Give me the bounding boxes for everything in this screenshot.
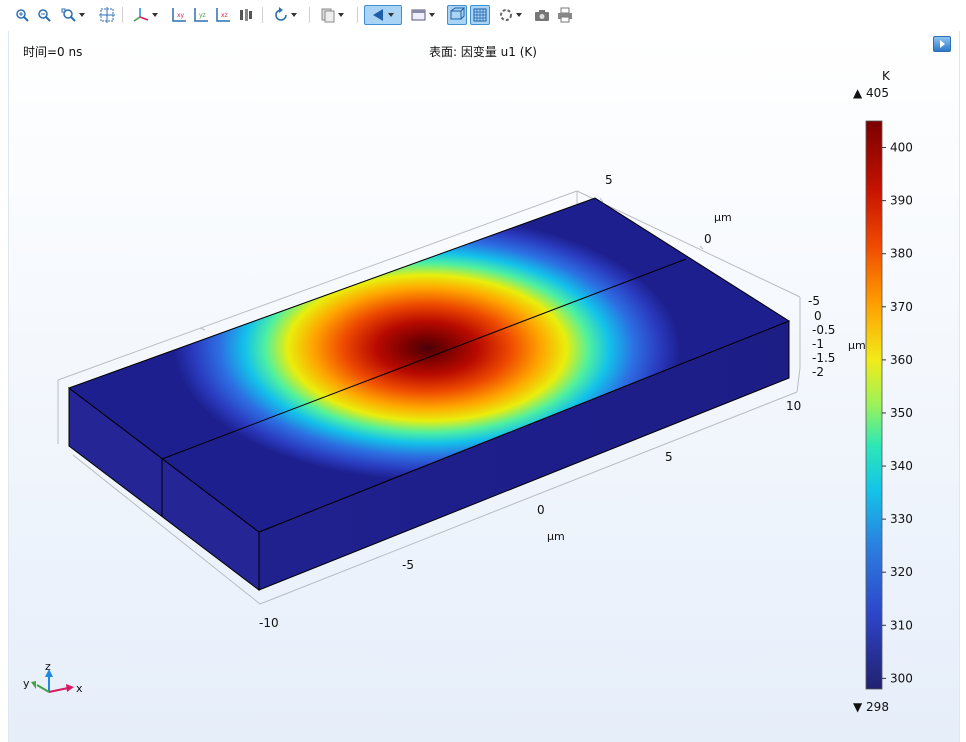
screenshot-button[interactable] xyxy=(533,5,551,25)
play-icon xyxy=(373,9,383,21)
refresh-icon xyxy=(500,9,512,21)
wireframe-icon xyxy=(450,7,465,20)
window-icon xyxy=(411,9,426,21)
rotate-icon xyxy=(275,7,287,21)
chevron-down-icon xyxy=(338,13,344,17)
graphics-toolbar: xy yz xz xyxy=(0,0,966,31)
printer-icon xyxy=(558,7,572,23)
zoom-in-icon xyxy=(16,9,29,22)
zoom-in-button[interactable] xyxy=(13,5,31,25)
plot-title: 表面: 因变量 u1 (K) xyxy=(429,45,537,59)
view-yz-icon: yz xyxy=(194,8,208,22)
time-label: 时间=0 ns xyxy=(23,45,83,59)
svg-text:yz: yz xyxy=(199,12,206,19)
zoom-out-button[interactable] xyxy=(35,5,53,25)
camera-icon xyxy=(535,10,549,21)
zoom-out-icon xyxy=(38,9,51,22)
toolbar-separator xyxy=(309,7,310,23)
camera-reset-icon xyxy=(240,9,252,21)
view-xy-icon: xy xyxy=(172,8,186,22)
view-xy-button[interactable]: xy xyxy=(170,5,188,25)
toolbar-separator xyxy=(262,7,263,23)
print-button[interactable] xyxy=(556,5,574,25)
view-xz-button[interactable]: xz xyxy=(214,5,232,25)
grid-button[interactable] xyxy=(470,5,490,25)
scene-light-button[interactable] xyxy=(315,5,351,25)
wireframe-button[interactable] xyxy=(447,5,467,25)
view-yz-button[interactable]: yz xyxy=(192,5,210,25)
zoom-extents-icon xyxy=(99,7,115,23)
svg-text:xy: xy xyxy=(177,12,185,19)
zoom-box-icon xyxy=(61,8,76,22)
view-axes-icon xyxy=(133,8,149,22)
plot-settings-button[interactable] xyxy=(407,5,441,25)
chevron-down-icon xyxy=(152,13,158,17)
graphics-viewport[interactable]: 时间=0 ns 表面: 因变量 u1 (K) xyxy=(8,31,960,742)
play-icon xyxy=(940,40,945,48)
chevron-down-icon xyxy=(291,13,297,17)
rotate-button[interactable] xyxy=(268,5,304,25)
svg-text:xz: xz xyxy=(221,12,228,19)
go-to-default-view-button[interactable] xyxy=(237,5,255,25)
zoom-extents-button[interactable] xyxy=(98,5,116,25)
toolbar-separator xyxy=(122,7,123,23)
chevron-down-icon xyxy=(429,13,435,17)
play-animation-button[interactable] xyxy=(364,5,402,25)
zoom-box-button[interactable] xyxy=(57,5,91,25)
toolbar-separator xyxy=(357,7,358,23)
chevron-down-icon xyxy=(79,13,85,17)
view-xz-icon: xz xyxy=(216,8,230,22)
grid-icon xyxy=(473,8,487,22)
chevron-down-icon xyxy=(388,13,394,17)
chevron-down-icon xyxy=(516,13,522,17)
copy-view-icon xyxy=(321,8,335,23)
expand-view-button[interactable] xyxy=(933,36,951,52)
reset-rotation-button[interactable] xyxy=(494,5,528,25)
view-axes-button[interactable] xyxy=(128,5,164,25)
